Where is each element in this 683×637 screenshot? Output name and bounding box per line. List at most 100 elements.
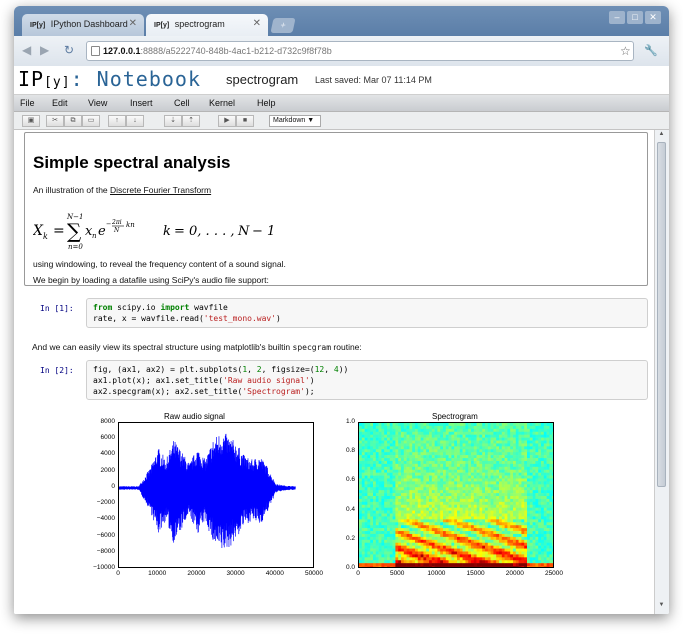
spectrogram-cell xyxy=(389,490,393,494)
wrench-icon[interactable]: 🔧 xyxy=(644,44,658,57)
spectrogram-cell xyxy=(499,490,503,494)
menu-help[interactable]: Help xyxy=(257,98,276,108)
cut-icon[interactable]: ✂ xyxy=(46,115,64,127)
run-icon[interactable]: ▶ xyxy=(218,115,236,127)
spectrogram-cell xyxy=(527,557,531,561)
forward-arrow-icon[interactable]: ▶ xyxy=(40,43,49,57)
ipython-notebook-logo[interactable]: IP[y]: Notebook xyxy=(18,67,201,91)
spectrogram-cell xyxy=(429,458,433,462)
dft-link[interactable]: Discrete Fourier Transform xyxy=(110,185,211,195)
scroll-down-icon[interactable]: ▼ xyxy=(656,602,667,612)
spectrogram-cell xyxy=(496,539,500,544)
spectrogram-cell xyxy=(420,536,424,541)
spectrogram-cell xyxy=(496,566,500,567)
spectrogram-cell xyxy=(395,455,399,459)
spectrogram-cell xyxy=(468,510,472,514)
tab-ipython-dashboard[interactable]: IP[y] IPython Dashboard ✕ xyxy=(22,14,144,36)
scroll-up-icon[interactable]: ▲ xyxy=(656,131,667,141)
spectrogram-cell xyxy=(373,563,377,567)
tab-spectrogram[interactable]: IP[y] spectrogram ✕ xyxy=(146,14,268,36)
spectrogram-cell xyxy=(493,460,497,465)
window-close-button[interactable]: ✕ xyxy=(645,11,661,24)
spectrogram-cell xyxy=(451,522,455,526)
scrollbar-thumb[interactable] xyxy=(657,142,666,487)
menu-view[interactable]: View xyxy=(88,98,107,108)
spectrogram-cell xyxy=(389,536,393,541)
save-icon[interactable]: ▣ xyxy=(22,115,40,127)
spectrogram-cell xyxy=(510,469,514,473)
spectrogram-cell xyxy=(543,525,547,529)
spectrogram-cell xyxy=(381,481,385,485)
stop-icon[interactable]: ■ xyxy=(236,115,254,127)
close-icon[interactable]: ✕ xyxy=(129,18,137,29)
spectrogram-cell xyxy=(420,452,424,456)
notebook-name[interactable]: spectrogram xyxy=(226,72,298,87)
spectrogram-cell xyxy=(375,475,379,479)
back-arrow-icon[interactable]: ◀ xyxy=(22,43,31,57)
spectrogram-cell xyxy=(445,460,449,465)
spectrogram-cell xyxy=(541,437,545,441)
vertical-scrollbar[interactable]: ▲ ▼ xyxy=(654,130,669,614)
spectrogram-cell xyxy=(415,487,419,491)
spectrogram-cell xyxy=(381,551,385,555)
code-cell-1[interactable]: from scipy.io import wavfile rate, x = w… xyxy=(86,298,648,328)
reload-icon[interactable]: ↻ xyxy=(64,43,74,57)
new-tab-button[interactable]: + xyxy=(270,18,296,33)
bookmark-star-icon[interactable]: ☆ xyxy=(620,44,631,58)
spectrogram-cell xyxy=(437,469,441,473)
copy-icon[interactable]: ⧉ xyxy=(64,115,82,127)
spectrogram-cell xyxy=(549,478,553,482)
spectrogram-cell xyxy=(392,516,396,520)
insert-above-icon[interactable]: ⇡ xyxy=(182,115,200,127)
spectrogram-cell xyxy=(527,443,531,447)
spectrogram-cell xyxy=(529,525,533,529)
spectrogram-cell xyxy=(431,487,435,491)
move-down-icon[interactable]: ↓ xyxy=(126,115,144,127)
markdown-cell[interactable]: Simple spectral analysis An illustration… xyxy=(24,132,648,286)
menu-cell[interactable]: Cell xyxy=(174,98,190,108)
spectrogram-cell xyxy=(462,522,466,526)
insert-below-icon[interactable]: ⇣ xyxy=(164,115,182,127)
menu-edit[interactable]: Edit xyxy=(52,98,68,108)
spectrogram-cell xyxy=(431,478,435,482)
spectrogram-cell xyxy=(373,431,377,435)
spectrogram-cell xyxy=(462,545,466,549)
spectrogram-cell xyxy=(479,510,483,514)
spectrogram-cell xyxy=(426,507,430,511)
menu-kernel[interactable]: Kernel xyxy=(209,98,235,108)
spectrogram-cell xyxy=(359,560,363,564)
spectrogram-cell xyxy=(510,539,514,544)
spectrogram-cell xyxy=(490,478,494,482)
minimize-button[interactable]: – xyxy=(609,11,625,24)
spectrogram-cell xyxy=(471,531,475,535)
spectrogram-cell xyxy=(552,440,553,444)
spectrogram-cell xyxy=(485,519,489,523)
spectrogram-cell xyxy=(370,452,374,456)
spectrogram-cell xyxy=(510,472,514,476)
code-cell-2[interactable]: fig, (ax1, ax2) = plt.subplots(1, 2, fig… xyxy=(86,360,648,400)
spectrogram-cell xyxy=(437,452,441,456)
spectrogram-cell xyxy=(510,501,514,506)
spectrogram-cell xyxy=(485,531,489,535)
spectrogram-cell xyxy=(487,460,491,465)
spectrogram-cell xyxy=(359,557,363,561)
spectrogram-cell xyxy=(529,484,533,488)
spectrogram-cell xyxy=(440,545,444,549)
spectrogram-cell xyxy=(535,469,539,473)
close-icon[interactable]: ✕ xyxy=(253,18,261,29)
url-bar[interactable]: 127.0.0.1:8888/a5222740-848b-4ac1-b212-d… xyxy=(86,41,634,61)
spectrogram-cell xyxy=(448,443,452,447)
spectrogram-cell xyxy=(367,469,371,473)
spectrogram-cell xyxy=(507,493,511,497)
spectrogram-cell xyxy=(423,478,427,482)
paste-icon[interactable]: ▭ xyxy=(82,115,100,127)
spectrogram-cell xyxy=(515,554,519,558)
move-up-icon[interactable]: ↑ xyxy=(108,115,126,127)
menu-file[interactable]: File xyxy=(20,98,35,108)
spectrogram-cell xyxy=(431,519,435,523)
cell-type-select[interactable]: Markdown ▼ xyxy=(269,115,321,127)
dft-formula: X k = N−1 ∑ n=0 x n e − 2πi N kn k = 0, … xyxy=(33,213,275,251)
spectrogram-cell xyxy=(510,478,514,482)
menu-insert[interactable]: Insert xyxy=(130,98,153,108)
maximize-button[interactable]: □ xyxy=(627,11,643,24)
